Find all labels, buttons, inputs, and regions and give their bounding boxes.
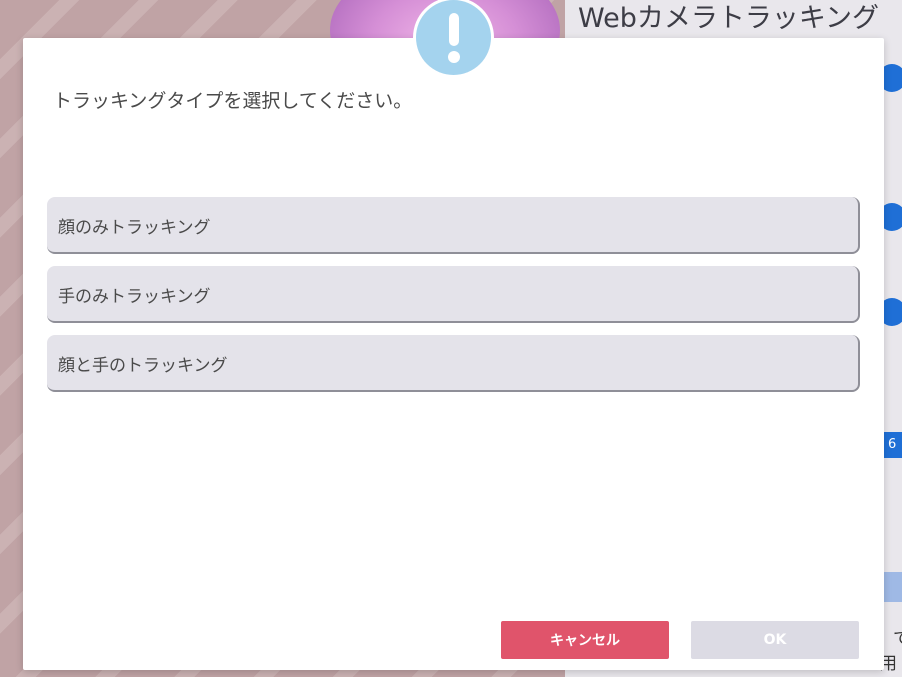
number-badge: 6 xyxy=(882,432,902,458)
exclamation-bar xyxy=(449,13,459,46)
exclamation-icon xyxy=(416,0,491,75)
option-label: 顔のみトラッキング xyxy=(58,218,211,238)
exclamation-dot xyxy=(448,51,460,63)
panel-title: Webカメラトラッキング xyxy=(578,3,880,34)
cancel-button[interactable]: キャンセル xyxy=(501,621,669,659)
option-face-and-hands[interactable]: 顔と手のトラッキング xyxy=(47,335,860,392)
option-label: 顔と手のトラッキング xyxy=(58,356,228,376)
ok-button[interactable]: OK xyxy=(691,621,859,659)
option-label: 手のみトラッキング xyxy=(58,287,211,307)
dialog-prompt: トラッキングタイプを選択してください。 xyxy=(53,90,413,112)
option-hands-only[interactable]: 手のみトラッキング xyxy=(47,266,860,323)
option-face-only[interactable]: 顔のみトラッキング xyxy=(47,197,860,254)
